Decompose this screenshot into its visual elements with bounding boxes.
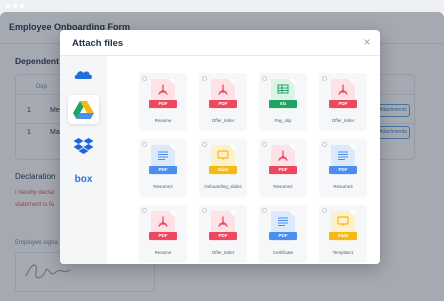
provider-dropbox[interactable] bbox=[68, 132, 99, 161]
file-type-badge: PDF bbox=[209, 232, 237, 240]
file-type-badge: PDF bbox=[269, 232, 297, 240]
pdf-glyph-icon bbox=[158, 216, 168, 227]
file-tile[interactable]: PDF Resume bbox=[139, 205, 187, 263]
file-select-radio[interactable] bbox=[202, 208, 207, 213]
close-icon[interactable]: × bbox=[360, 35, 374, 49]
file-select-radio[interactable] bbox=[142, 208, 147, 213]
onedrive-icon bbox=[74, 71, 93, 79]
slide-glyph-icon bbox=[217, 150, 229, 160]
file-type-badge: PDF bbox=[329, 166, 357, 174]
pdf-glyph-icon bbox=[158, 84, 168, 95]
file-select-radio[interactable] bbox=[322, 142, 327, 147]
file-select-radio[interactable] bbox=[262, 76, 267, 81]
text-doc-glyph-icon bbox=[278, 217, 288, 226]
file-name: Certificate bbox=[272, 250, 294, 255]
file-type-badge: PDF bbox=[269, 166, 297, 174]
dropbox-icon bbox=[73, 138, 94, 154]
file-name: Resume bbox=[154, 118, 172, 123]
file-type-badge: PDF bbox=[149, 232, 177, 240]
file-tile[interactable]: Slide Template1 bbox=[319, 205, 367, 263]
file-select-radio[interactable] bbox=[322, 208, 327, 213]
file-tile[interactable]: PDF Resume3 bbox=[319, 139, 367, 197]
file-type-badge: PDF bbox=[209, 100, 237, 108]
modal-title: Attach files bbox=[72, 38, 124, 49]
file-name: Offer_letter bbox=[211, 118, 235, 123]
file-tile[interactable]: PDF Offer_letter bbox=[199, 73, 247, 131]
window-dot bbox=[20, 4, 24, 8]
file-type-badge: Xlx bbox=[269, 100, 297, 108]
file-tile[interactable]: PDF Resume bbox=[139, 73, 187, 131]
pdf-glyph-icon bbox=[218, 84, 228, 95]
box-icon: box bbox=[74, 174, 93, 185]
attach-files-modal: Attach files × box PDF Resume PDF Offer_… bbox=[60, 30, 380, 264]
file-select-radio[interactable] bbox=[202, 76, 207, 81]
file-name: Resume bbox=[154, 250, 172, 255]
file-select-radio[interactable] bbox=[202, 142, 207, 147]
file-grid: PDF Resume PDF Offer_letter Xlx Pay_slip PDF Of… bbox=[107, 56, 380, 264]
file-select-radio[interactable] bbox=[262, 208, 267, 213]
pdf-glyph-icon bbox=[218, 216, 228, 227]
window-chrome bbox=[0, 0, 444, 12]
file-tile[interactable]: PDF Certificate bbox=[259, 205, 307, 263]
file-name: Pay_slip bbox=[274, 118, 292, 123]
file-name: Template1 bbox=[332, 250, 354, 255]
file-tile[interactable]: Xlx Pay_slip bbox=[259, 73, 307, 131]
spreadsheet-glyph-icon bbox=[277, 84, 289, 94]
file-name: Resume2 bbox=[273, 184, 293, 189]
window-dot bbox=[6, 4, 10, 8]
file-name: Offer_letter bbox=[331, 118, 355, 123]
file-name: Onboarding_slides bbox=[204, 184, 242, 189]
file-select-radio[interactable] bbox=[142, 76, 147, 81]
file-tile[interactable]: PDF Offer_letter bbox=[319, 73, 367, 131]
file-type-badge: PDF bbox=[329, 100, 357, 108]
file-type-badge: PDF bbox=[149, 100, 177, 108]
file-type-badge: Slide bbox=[209, 166, 237, 174]
file-tile[interactable]: PDF Resume2 bbox=[259, 139, 307, 197]
text-doc-glyph-icon bbox=[338, 151, 348, 160]
file-select-radio[interactable] bbox=[142, 142, 147, 147]
file-name: Offer_letter bbox=[211, 250, 235, 255]
pdf-glyph-icon bbox=[278, 150, 288, 161]
file-name: Resume3 bbox=[153, 184, 173, 189]
text-doc-glyph-icon bbox=[158, 151, 168, 160]
file-type-badge: Slide bbox=[329, 232, 357, 240]
file-select-radio[interactable] bbox=[262, 142, 267, 147]
provider-sidebar: box bbox=[60, 56, 107, 264]
file-type-badge: PDF bbox=[149, 166, 177, 174]
slide-glyph-icon bbox=[337, 216, 349, 226]
google-drive-icon bbox=[73, 101, 94, 119]
file-tile[interactable]: PDF Offer_letter bbox=[199, 205, 247, 263]
file-select-radio[interactable] bbox=[322, 76, 327, 81]
provider-google-drive[interactable] bbox=[68, 95, 99, 124]
file-tile[interactable]: PDF Resume3 bbox=[139, 139, 187, 197]
provider-onedrive[interactable] bbox=[68, 60, 99, 89]
window-dot bbox=[13, 4, 17, 8]
provider-box[interactable]: box bbox=[68, 166, 99, 195]
file-name: Resume3 bbox=[333, 184, 353, 189]
file-tile[interactable]: Slide Onboarding_slides bbox=[199, 139, 247, 197]
pdf-glyph-icon bbox=[338, 84, 348, 95]
